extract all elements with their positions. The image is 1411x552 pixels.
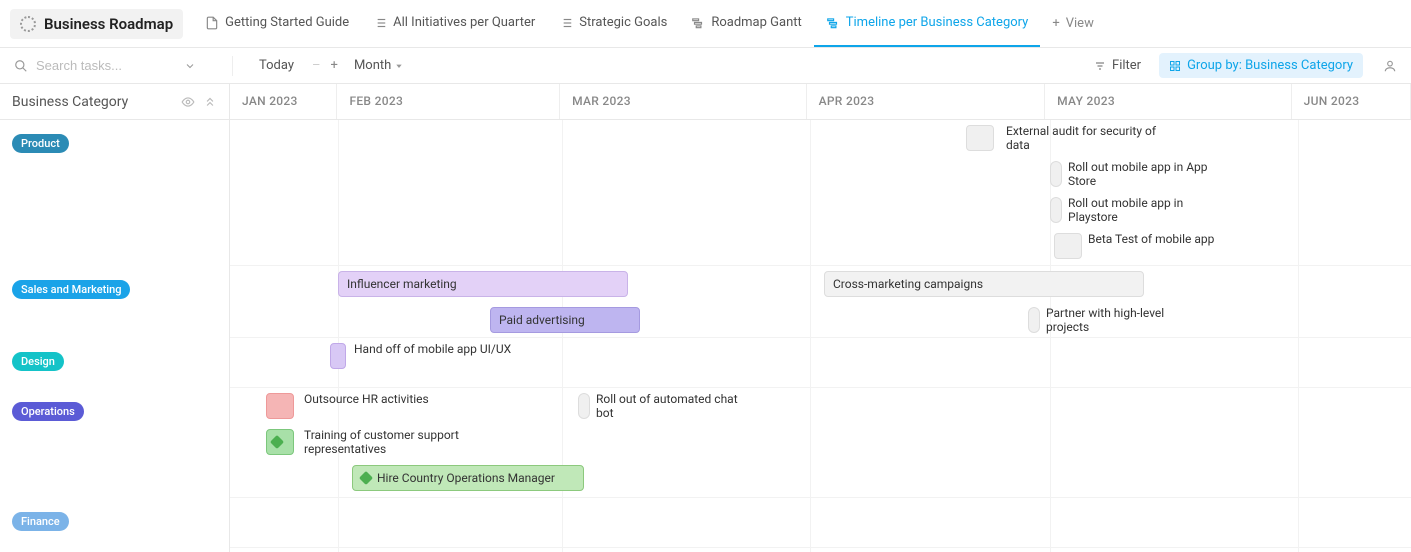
task-label: Roll out mobile app in App Store (1068, 160, 1228, 188)
toolbar: Today – + Month Filter Group by: Busines… (0, 48, 1411, 84)
track-group-product: External audit for security of data Roll … (230, 120, 1411, 266)
search-wrap (14, 58, 214, 73)
tab-all-initiatives-per-quarter[interactable]: All Initiatives per Quarter (361, 0, 547, 47)
page-title: Business Roadmap (44, 15, 173, 33)
task-bar[interactable]: Influencer marketing (338, 271, 628, 297)
filter-button[interactable]: Filter (1086, 54, 1149, 77)
tab-label: Roadmap Gantt (711, 15, 801, 30)
task-label: External audit for security of data (1006, 124, 1166, 152)
month-header-row: JAN 2023FEB 2023MAR 2023APR 2023MAY 2023… (230, 84, 1411, 120)
add-task-button[interactable]: + (331, 58, 338, 73)
task-label: Cross-marketing campaigns (833, 277, 983, 291)
tab-label: Timeline per Business Category (846, 15, 1029, 30)
category-design[interactable]: Design (0, 338, 229, 388)
task-label: Training of customer support representat… (304, 428, 464, 456)
tab-label: All Initiatives per Quarter (393, 15, 535, 30)
track-group-sales: Influencer marketing Cross-marketing camp… (230, 266, 1411, 338)
category-finance[interactable]: Finance (0, 498, 229, 548)
zoom-select[interactable]: Month (348, 54, 409, 77)
milestone-diamond-icon (359, 471, 373, 485)
category-sales-and-marketing[interactable]: Sales and Marketing (0, 266, 229, 338)
task-label: Roll out mobile app in Playstore (1068, 196, 1228, 224)
collapse-icon[interactable] (203, 95, 217, 109)
tab-roadmap-gantt[interactable]: Roadmap Gantt (679, 0, 813, 47)
gantt-icon (826, 16, 840, 30)
month-header-cell: APR 2023 (807, 84, 1046, 119)
month-header-cell: JUN 2023 (1292, 84, 1411, 119)
task-label: Outsource HR activities (304, 392, 464, 406)
task-label: Roll out of automated chat bot (596, 392, 756, 420)
tab-label: Getting Started Guide (225, 15, 349, 30)
eye-icon[interactable] (181, 95, 195, 109)
group-by-button[interactable]: Group by: Business Category (1159, 53, 1363, 78)
task-chip[interactable] (1028, 307, 1040, 333)
task-chip[interactable] (578, 393, 590, 419)
month-header-cell: MAY 2023 (1045, 84, 1292, 119)
task-bar[interactable]: Paid advertising (490, 307, 640, 333)
milestone-diamond-icon (270, 435, 284, 449)
track-group-design: Hand off of mobile app UI/UX (230, 338, 1411, 388)
doc-icon (205, 16, 219, 30)
category-sidebar: Business Category Product Sales and Marke… (0, 84, 230, 552)
chevron-down-icon[interactable] (184, 60, 196, 72)
search-input[interactable] (36, 58, 176, 73)
gantt-icon (691, 16, 705, 30)
track-group-finance (230, 498, 1411, 548)
category-operations[interactable]: Operations (0, 388, 229, 498)
task-bar[interactable]: Cross-marketing campaigns (824, 271, 1144, 297)
timeline-grid: Business Category Product Sales and Marke… (0, 84, 1411, 552)
month-header-cell: MAR 2023 (560, 84, 807, 119)
group-by-label: Group by: Business Category (1187, 58, 1353, 73)
list-icon (559, 16, 573, 30)
task-chip[interactable] (966, 125, 994, 151)
dash: – (312, 58, 321, 73)
add-view-button[interactable]: + View (1040, 16, 1106, 31)
list-icon (373, 16, 387, 30)
category-product[interactable]: Product (0, 120, 229, 266)
task-chip[interactable] (1054, 233, 1082, 259)
divider (232, 56, 233, 76)
tab-label: Strategic Goals (579, 15, 667, 30)
add-view-label: View (1066, 16, 1094, 31)
category-pill: Finance (12, 512, 69, 531)
view-tabs: Getting Started Guide All Initiatives per… (193, 0, 1040, 47)
zoom-label: Month (354, 58, 391, 73)
header-bar: Business Roadmap Getting Started Guide Al… (0, 0, 1411, 48)
today-button[interactable]: Today (251, 54, 302, 77)
task-chip[interactable] (266, 393, 294, 419)
task-label: Paid advertising (499, 313, 585, 327)
plus-icon: + (1052, 16, 1059, 31)
month-header-cell: FEB 2023 (337, 84, 560, 119)
task-bar[interactable]: Hire Country Operations Manager (352, 465, 584, 491)
task-chip[interactable] (1050, 161, 1062, 187)
tab-getting-started-guide[interactable]: Getting Started Guide (193, 0, 361, 47)
timeline-canvas[interactable]: JAN 2023FEB 2023MAR 2023APR 2023MAY 2023… (230, 84, 1411, 552)
task-label: Partner with high-level projects (1046, 306, 1206, 334)
task-label: Influencer marketing (347, 277, 457, 291)
track-group-operations: Outsource HR activities Roll out of autom… (230, 388, 1411, 498)
task-label: Hire Country Operations Manager (377, 471, 555, 485)
sidebar-heading: Business Category (12, 94, 128, 110)
category-pill: Product (12, 134, 69, 153)
category-pill: Operations (12, 402, 84, 421)
sidebar-heading-row: Business Category (0, 84, 229, 120)
tab-timeline-per-business-category[interactable]: Timeline per Business Category (814, 0, 1041, 47)
category-pill: Sales and Marketing (12, 280, 130, 299)
task-label: Hand off of mobile app UI/UX (354, 342, 514, 356)
month-header-cell: JAN 2023 (230, 84, 337, 119)
tab-strategic-goals[interactable]: Strategic Goals (547, 0, 679, 47)
search-icon (14, 59, 28, 73)
page-title-wrap[interactable]: Business Roadmap (10, 9, 183, 39)
task-label: Beta Test of mobile app (1088, 232, 1248, 246)
category-pill: Design (12, 352, 64, 371)
task-chip[interactable] (330, 343, 346, 369)
task-chip[interactable] (266, 429, 294, 455)
filter-label: Filter (1112, 58, 1141, 73)
roadmap-icon (20, 16, 36, 32)
task-chip[interactable] (1050, 197, 1062, 223)
user-icon[interactable] (1383, 59, 1397, 73)
